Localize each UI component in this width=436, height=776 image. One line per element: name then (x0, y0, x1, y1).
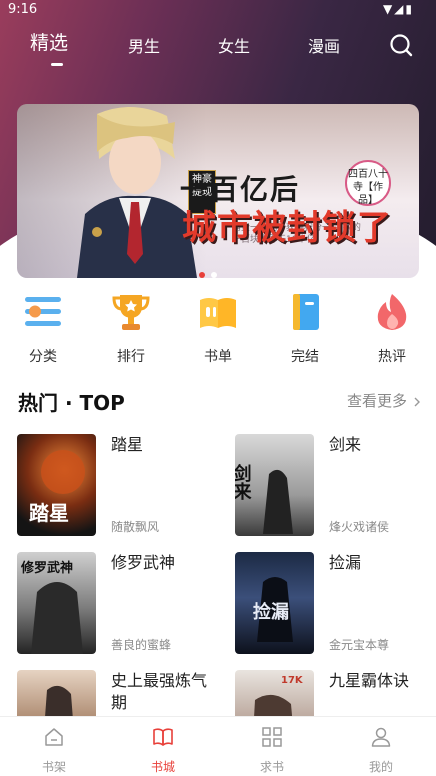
book-card[interactable]: 修罗武神 修罗武神 善良的蜜蜂 (17, 552, 217, 654)
view-more-label: 查看更多 (347, 392, 408, 410)
book-author: 烽火戏诸侯 (329, 520, 390, 534)
trophy-icon (112, 295, 150, 330)
home-icon (45, 728, 63, 746)
book-title: 九星霸体诀 (329, 671, 410, 690)
banner-badge-right: 四百八十寺【作品】 (345, 160, 391, 206)
chevron-right-icon (414, 397, 420, 406)
nav-profile[interactable]: 我的 (351, 717, 411, 775)
category-booklist[interactable]: 书单 (188, 292, 248, 366)
category-finished[interactable]: 完结 (275, 292, 335, 366)
book-card[interactable]: 踏星 踏星 随散飘风 (17, 434, 217, 536)
category-label: 书单 (204, 349, 232, 365)
grid-icon (262, 727, 282, 747)
cover-title: 剑来 (235, 463, 253, 501)
book-title: 踏星 (111, 435, 144, 454)
tab-label: 女生 (218, 37, 251, 56)
open-book-icon (200, 298, 236, 328)
cover-art: 剑来 (235, 463, 293, 534)
cover-title: 修罗武神 (20, 560, 73, 576)
banner-pagination (199, 263, 223, 282)
banner-subtitle: 城市被封锁了 (182, 208, 392, 248)
tab-male[interactable]: 男生 (128, 33, 160, 57)
tab-label: 男生 (128, 37, 161, 56)
book-author: 随散飘风 (111, 520, 160, 534)
category-row: 分类 排行 书单 完结 热评 (0, 292, 436, 365)
pagination-dot[interactable] (211, 272, 217, 278)
book-cover: 踏星 (17, 434, 96, 536)
cover-art: 踏星 (29, 450, 85, 525)
book-title: 史上最强炼气期 (111, 671, 208, 712)
category-classify[interactable]: 分类 (13, 292, 73, 366)
book-card[interactable]: 剑来 剑来 烽火戏诸侯 (235, 434, 435, 536)
pagination-dot-active[interactable] (199, 272, 205, 278)
book-cover: 捡漏 (235, 552, 314, 654)
category-label: 热评 (378, 349, 406, 365)
nav-label: 我的 (368, 760, 393, 774)
tab-female[interactable]: 女生 (218, 33, 250, 57)
book-author: 金元宝本尊 (329, 638, 390, 652)
tab-indicator (51, 63, 63, 66)
flame-icon (377, 294, 407, 330)
view-more-link[interactable]: 查看更多 (347, 390, 422, 411)
book-author: 善良的蜜蜂 (111, 638, 172, 652)
section-title: 热门 · TOP (18, 391, 125, 415)
nav-request-book[interactable]: 求书 (242, 717, 302, 775)
category-hot-reviews[interactable]: 热评 (362, 292, 422, 366)
notebook-icon (293, 294, 319, 330)
tab-comics[interactable]: 漫画 (308, 33, 340, 57)
book-cover: 剑来 (235, 434, 314, 536)
book-title: 剑来 (329, 435, 362, 454)
list-icon (25, 297, 61, 326)
category-ranking[interactable]: 排行 (101, 292, 161, 366)
bottom-navigation: 书架 书城 求书 我的 (0, 716, 436, 776)
tab-label: 精选 (30, 32, 69, 54)
cover-title: 踏星 (29, 501, 69, 525)
category-label: 排行 (117, 349, 145, 365)
nav-label: 求书 (259, 760, 284, 774)
book-cover: 修罗武神 (17, 552, 96, 654)
top-tabs: 精选 男生 女生 漫画 (0, 28, 436, 68)
search-icon[interactable] (388, 32, 414, 58)
status-icons: ▼◢▮ (382, 2, 414, 16)
user-icon (371, 727, 391, 747)
cover-title: 捡漏 (253, 601, 289, 623)
status-bar: 9:16 ▼◢▮ (0, 0, 436, 18)
cover-art: 修罗武神 (20, 560, 83, 654)
nav-bookshelf[interactable]: 书架 (24, 717, 84, 775)
tab-featured[interactable]: 精选 (30, 28, 68, 55)
cover-art: 捡漏 (253, 577, 293, 642)
nav-label: 书城 (150, 760, 175, 774)
book-icon (153, 728, 173, 746)
book-title: 捡漏 (329, 553, 362, 572)
nav-bookstore[interactable]: 书城 (133, 717, 193, 775)
cover-publisher-mark: 17K (281, 675, 304, 686)
category-label: 分类 (29, 349, 57, 365)
category-label: 完结 (291, 349, 319, 365)
status-time: 9:16 (8, 2, 38, 17)
book-title: 修罗武神 (111, 553, 176, 572)
book-card[interactable]: 捡漏 捡漏 金元宝本尊 (235, 552, 435, 654)
tab-label: 漫画 (308, 37, 341, 56)
nav-label: 书架 (41, 760, 66, 774)
